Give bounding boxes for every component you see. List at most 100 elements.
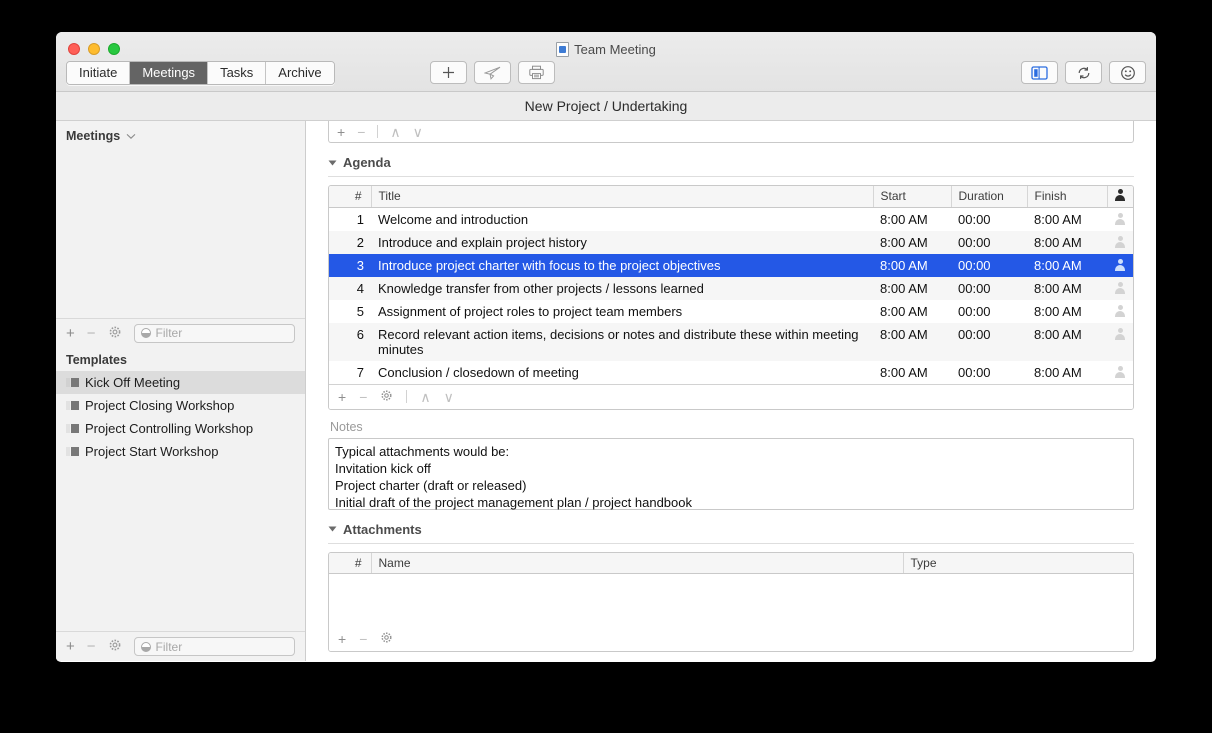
sidebar-item-label: Project Start Workshop: [85, 443, 219, 459]
template-icon: [66, 377, 79, 387]
gear-icon: [109, 639, 120, 651]
attachments-empty-area[interactable]: [329, 574, 1133, 626]
sidebar-meetings-list[interactable]: [56, 149, 305, 318]
disclosure-triangle-icon[interactable]: [328, 526, 337, 532]
attachments-section-title: Attachments: [343, 521, 422, 537]
printer-icon: [529, 65, 544, 80]
sidebar-item-kick-off-meeting[interactable]: Kick Off Meeting: [56, 370, 305, 394]
templates-add-button[interactable]: +: [66, 639, 75, 654]
send-button[interactable]: [474, 61, 511, 84]
table-row[interactable]: 2 Introduce and explain project history …: [329, 230, 1133, 254]
agenda-col-title[interactable]: Title: [371, 186, 874, 208]
toolbar-separator: [406, 390, 408, 403]
row-person: [1107, 323, 1133, 361]
row-duration: 00:00: [958, 211, 991, 227]
meetings-add-button[interactable]: +: [66, 326, 75, 341]
sidebar-meetings-label: Meetings: [66, 129, 121, 143]
agenda-remove-button[interactable]: −: [359, 390, 367, 404]
row-start: 8:00 AM: [880, 303, 928, 319]
meetings-remove-button[interactable]: −: [87, 326, 96, 341]
attachments-col-name[interactable]: Name: [371, 552, 904, 574]
emoji-button[interactable]: [1109, 61, 1146, 84]
prev-remove-button[interactable]: −: [357, 125, 365, 139]
prev-add-button[interactable]: +: [337, 125, 345, 139]
project-subtitle-bar: New Project / Undertaking: [56, 92, 1156, 121]
table-row[interactable]: 6 Record relevant action items, decision…: [329, 322, 1133, 361]
sidebar-meetings-header[interactable]: Meetings: [56, 121, 305, 149]
agenda-col-duration[interactable]: Duration: [951, 186, 1028, 208]
meetings-settings-button[interactable]: [108, 325, 122, 342]
person-icon: [1115, 304, 1126, 317]
agenda-section-title: Agenda: [343, 155, 391, 170]
row-start: 8:00 AM: [880, 257, 928, 273]
agenda-move-down-button[interactable]: ∨: [444, 390, 454, 404]
add-button[interactable]: [430, 61, 467, 84]
table-row[interactable]: 7 Conclusion / closedown of meeting 8:00…: [329, 361, 1133, 384]
document-title-text: Team Meeting: [574, 42, 656, 57]
templates-filter-placeholder: Filter: [155, 639, 183, 654]
attachments-col-number[interactable]: #: [329, 552, 372, 574]
row-person: [1107, 300, 1133, 323]
agenda-col-number[interactable]: #: [329, 186, 372, 208]
agenda-move-up-button[interactable]: ∧: [420, 390, 430, 404]
toolbar-right-group: [1021, 61, 1146, 84]
attachments-add-button[interactable]: +: [338, 632, 346, 646]
templates-filter-input[interactable]: Filter: [133, 637, 295, 656]
row-number: 3: [356, 257, 364, 273]
tab-meetings[interactable]: Meetings: [130, 62, 209, 84]
agenda-settings-button[interactable]: [380, 389, 393, 404]
row-title: Introduce and explain project history: [378, 234, 587, 250]
template-icon: [66, 446, 79, 456]
meetings-filter-input[interactable]: Filter: [133, 323, 295, 343]
app-window: Team Meeting Initiate Meetings Tasks Arc…: [56, 32, 1156, 662]
paper-plane-icon: [484, 66, 501, 80]
attachments-toolbar: + −: [329, 626, 1133, 651]
attachments-col-type[interactable]: Type: [903, 552, 1133, 574]
templates-settings-button[interactable]: [108, 638, 122, 655]
chevron-down-icon[interactable]: [126, 133, 136, 140]
main-content[interactable]: + − ∧ ∨ Agenda # Title Start Duration Fi…: [306, 121, 1156, 661]
tab-initiate[interactable]: Initiate: [67, 62, 131, 84]
disclosure-triangle-icon[interactable]: [328, 160, 337, 165]
table-row[interactable]: 5 Assignment of project roles to project…: [329, 300, 1133, 323]
agenda-header-row: # Title Start Duration Finish: [329, 186, 1133, 208]
table-row[interactable]: 4 Knowledge transfer from other projects…: [329, 276, 1133, 300]
sync-button[interactable]: [1065, 61, 1102, 84]
prev-move-up-button[interactable]: ∧: [390, 125, 400, 139]
agenda-add-button[interactable]: +: [338, 390, 346, 404]
window-body: Meetings + − Filter Templates Kick Off M…: [56, 121, 1156, 661]
agenda-col-finish[interactable]: Finish: [1027, 186, 1108, 208]
row-finish: 8:00 AM: [1034, 257, 1082, 273]
notes-input[interactable]: Typical attachments would be: Invitation…: [328, 437, 1134, 510]
attachments-remove-button[interactable]: −: [359, 632, 367, 646]
row-finish: 8:00 AM: [1034, 326, 1082, 342]
templates-remove-button[interactable]: −: [87, 639, 96, 654]
sidebar-toggle-button[interactable]: [1021, 61, 1058, 84]
person-icon: [1115, 189, 1126, 202]
agenda-toolbar: + − ∧ ∨: [329, 383, 1133, 409]
row-start: 8:00 AM: [880, 234, 928, 250]
prev-move-down-button[interactable]: ∨: [413, 125, 423, 139]
sidebar-item-project-controlling-workshop[interactable]: Project Controlling Workshop: [56, 417, 305, 440]
template-icon: [66, 400, 79, 410]
table-row[interactable]: 3 Introduce project charter with focus t…: [329, 253, 1133, 277]
toolbar-center-group: [430, 61, 555, 84]
attachments-header-row: # Name Type: [329, 552, 1133, 574]
attachments-settings-button[interactable]: [380, 631, 393, 646]
sidebar-item-project-start-workshop[interactable]: Project Start Workshop: [56, 440, 305, 463]
row-start: 8:00 AM: [880, 280, 928, 296]
person-icon: [1115, 258, 1126, 271]
sidebar-item-label: Project Closing Workshop: [85, 397, 235, 413]
table-row[interactable]: 1 Welcome and introduction 8:00 AM 00:00…: [329, 207, 1133, 231]
tab-tasks[interactable]: Tasks: [208, 62, 267, 84]
print-button[interactable]: [518, 61, 555, 84]
tab-archive[interactable]: Archive: [266, 62, 334, 84]
title-bar: Team Meeting Initiate Meetings Tasks Arc…: [56, 32, 1156, 92]
person-icon: [1115, 212, 1126, 225]
agenda-table: # Title Start Duration Finish 1 Welcome …: [328, 185, 1134, 410]
sidebar-item-project-closing-workshop[interactable]: Project Closing Workshop: [56, 394, 305, 417]
gear-icon: [381, 390, 392, 401]
agenda-col-person[interactable]: [1107, 186, 1133, 208]
agenda-col-start[interactable]: Start: [873, 186, 952, 208]
notes-label: Notes: [330, 419, 363, 434]
